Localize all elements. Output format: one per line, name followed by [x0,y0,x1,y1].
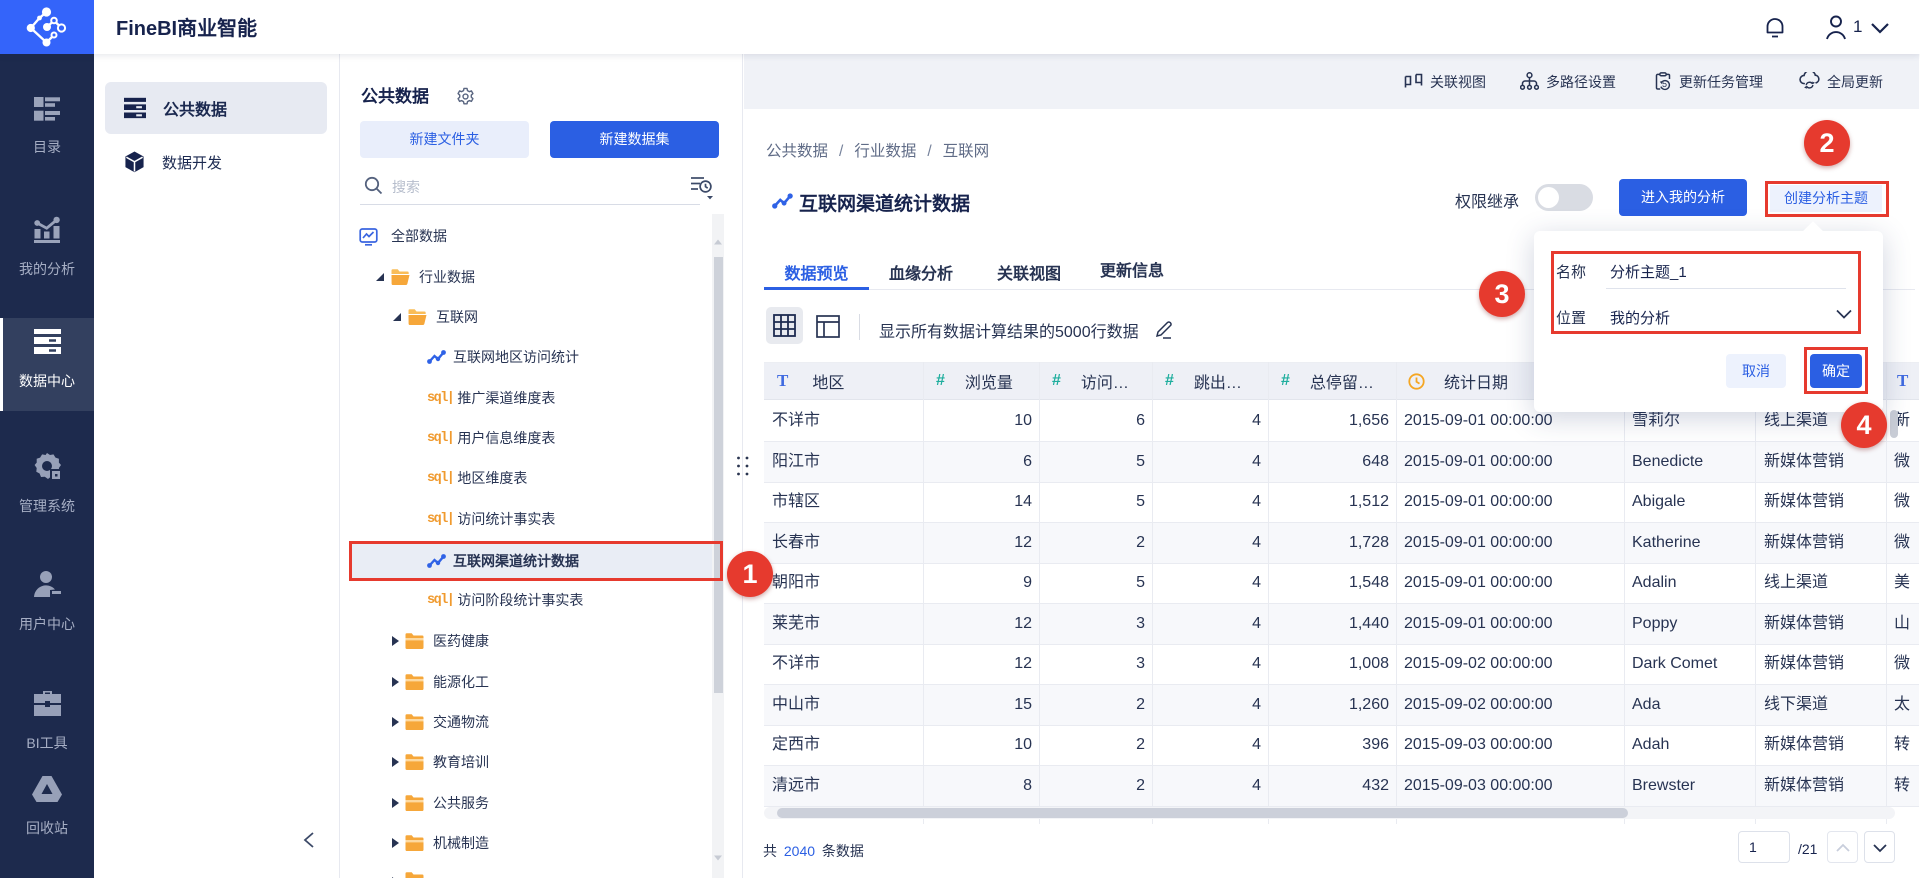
svg-text:5: 5 [1662,79,1667,89]
